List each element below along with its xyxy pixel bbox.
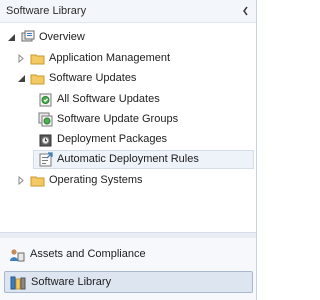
tree-item-automatic-deployment-rules[interactable]: Automatic Deployment Rules <box>0 150 256 169</box>
tree-item-label: Software Update Groups <box>57 113 179 125</box>
folder-icon <box>30 71 46 87</box>
chevron-left-icon[interactable] <box>242 6 250 16</box>
overview-icon <box>20 29 36 45</box>
software-update-icon <box>38 92 54 108</box>
tree-item-overview[interactable]: Overview <box>0 28 256 47</box>
pane-header: Software Library <box>0 0 256 23</box>
expanded-arrow-icon[interactable] <box>7 33 16 42</box>
tree-item-software-updates[interactable]: Software Updates <box>0 69 256 88</box>
collapsed-arrow-icon[interactable] <box>17 175 26 186</box>
pane-title: Software Library <box>6 5 87 17</box>
workspace-button-software-library[interactable]: Software Library <box>4 271 253 293</box>
navigation-pane: Software Library Overview Application Ma… <box>0 0 257 300</box>
collapsed-arrow-icon[interactable] <box>17 53 26 64</box>
deployment-rule-icon <box>38 152 54 168</box>
expanded-arrow-icon[interactable] <box>17 74 26 83</box>
folder-icon <box>30 173 46 189</box>
tree-item-label: Overview <box>39 31 85 43</box>
tree-item-deployment-packages[interactable]: Deployment Packages <box>0 130 256 149</box>
tree-item-application-management[interactable]: Application Management <box>0 49 256 68</box>
tree-item-operating-systems[interactable]: Operating Systems <box>0 171 256 190</box>
workspace-label: Software Library <box>31 276 112 288</box>
workspace-label: Assets and Compliance <box>30 248 146 260</box>
workspace-switcher: Assets and Compliance Software Library <box>0 238 256 300</box>
deployment-package-icon <box>38 132 54 148</box>
update-group-icon <box>38 112 54 128</box>
tree-item-label: All Software Updates <box>57 93 160 105</box>
software-library-icon <box>10 275 26 291</box>
assets-compliance-icon <box>9 247 25 263</box>
tree-item-label: Deployment Packages <box>57 133 168 145</box>
workspace-button-assets-and-compliance[interactable]: Assets and Compliance <box>4 244 253 266</box>
tree-item-label: Automatic Deployment Rules <box>57 153 199 165</box>
tree-item-all-software-updates[interactable]: All Software Updates <box>0 90 256 109</box>
tree-item-label: Operating Systems <box>49 174 143 186</box>
tree-item-label: Software Updates <box>49 72 137 84</box>
tree-item-software-update-groups[interactable]: Software Update Groups <box>0 110 256 129</box>
tree-item-label: Application Management <box>49 52 171 64</box>
folder-icon <box>30 51 46 67</box>
